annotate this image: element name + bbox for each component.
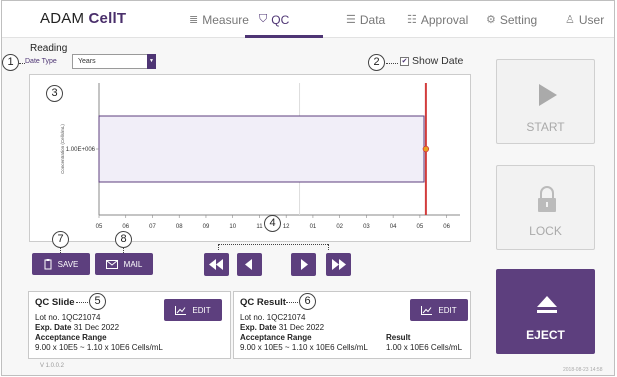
left-arrow-icon	[245, 259, 252, 270]
save-button[interactable]: SAVE	[32, 253, 90, 275]
acceptance-range-band	[98, 115, 425, 183]
nav-setting[interactable]: ⚙ Setting	[486, 1, 537, 38]
double-left-arrow-icon	[209, 259, 223, 270]
x-tick-label: 10	[229, 224, 236, 230]
gear-icon: ⚙	[486, 14, 496, 26]
app-logo: ADAM CellT	[40, 10, 127, 27]
callout-3: 3	[46, 85, 63, 102]
dropdown-arrow-icon: ▼	[147, 54, 156, 69]
x-tick-label: 11	[256, 224, 263, 230]
envelope-icon	[105, 259, 118, 269]
x-tick-label: 05	[96, 224, 103, 230]
qc-slide-range-label: Acceptance Range	[35, 333, 107, 342]
x-tick-label: 06	[122, 224, 129, 230]
user-icon: ♙	[565, 14, 575, 26]
reading-title: Reading	[30, 43, 68, 54]
chart-edit-icon	[421, 305, 433, 315]
bullet-list-icon: ☰	[346, 14, 356, 26]
qc-result-title: QC Result	[240, 297, 286, 308]
next-page-button[interactable]	[291, 253, 316, 276]
y-axis-title: Concentration (Cells/mL)	[60, 124, 65, 174]
lock-button[interactable]: LOCK	[496, 165, 595, 250]
nav-user[interactable]: ♙ User	[565, 1, 604, 38]
x-tick-label: 12	[283, 224, 290, 230]
show-date-checkbox[interactable]: ✔	[400, 56, 409, 66]
qc-result-card: QC Result Lot no. 1QC21074 Exp. Date 31 …	[233, 291, 471, 359]
list-icon: ≣	[189, 14, 199, 26]
data-point	[422, 145, 430, 153]
qc-slide-edit-button[interactable]: EDIT	[164, 299, 222, 321]
date-type-label: Date Type	[25, 58, 57, 65]
callout-5-leader	[76, 302, 88, 303]
qc-slide-lot: Lot no. 1QC21074	[35, 313, 101, 322]
qc-result-result-label: Result	[386, 333, 411, 342]
qc-chart: 05 06 07 08 09 10 11 12 01 02 03 04 05 06 1.00E+006 Con…	[29, 74, 471, 242]
callout-2: 2	[368, 54, 385, 71]
last-page-button[interactable]	[326, 253, 351, 276]
x-tick-label: 04	[390, 224, 397, 230]
x-tick-label: 02	[336, 224, 343, 230]
x-tick-label: 01	[310, 224, 317, 230]
first-page-button[interactable]	[204, 253, 229, 276]
shield-check-icon: ⛉	[259, 13, 268, 25]
start-button[interactable]: START	[496, 59, 595, 144]
top-nav-bar: ADAM CellT ≣ Measure ⛉ QC ☰ Data ☷ Appro…	[2, 1, 614, 38]
nav-measure[interactable]: ≣ Measure	[189, 1, 249, 38]
double-right-arrow-icon	[332, 259, 346, 270]
qc-result-exp: Exp. Date 31 Dec 2022	[240, 323, 325, 332]
eject-button[interactable]: EJECT	[496, 269, 595, 354]
qc-result-edit-button[interactable]: EDIT	[410, 299, 468, 321]
x-tick-label: 09	[203, 224, 210, 230]
callout-4-leader	[218, 244, 328, 245]
nav-approval[interactable]: ☷ Approval	[407, 1, 468, 38]
file-icon	[44, 258, 52, 269]
prev-page-button[interactable]	[237, 253, 262, 276]
right-arrow-icon	[301, 259, 308, 270]
qc-slide-title: QC Slide	[35, 297, 75, 308]
callout-6-leader	[286, 302, 298, 303]
show-date-toggle[interactable]: ✔ Show Date	[400, 55, 463, 67]
version-label: V 1.0.0.2	[40, 363, 65, 369]
qc-slide-exp: Exp. Date 31 Dec 2022	[35, 323, 120, 332]
qc-chart-svg: 05 06 07 08 09 10 11 12 01 02 03 04 05 06 1.00E+006Con…	[60, 83, 460, 230]
app-window: ADAM CellT ≣ Measure ⛉ QC ☰ Data ☷ Appro…	[1, 0, 615, 376]
x-tick-label: 03	[363, 224, 370, 230]
date-type-select[interactable]: Years ▼	[72, 54, 156, 69]
qc-result-range-value: 9.00 x 10E5 ~ 1.10 x 10E6 Cells/mL	[240, 343, 368, 352]
mail-button[interactable]: MAIL	[95, 253, 153, 275]
eject-icon	[537, 296, 557, 313]
callout-8: 8	[115, 231, 132, 248]
x-tick-label: 07	[149, 224, 156, 230]
lock-icon	[538, 186, 556, 212]
qc-slide-range-value: 9.00 x 10E5 ~ 1.10 x 10E6 Cells/mL	[35, 343, 163, 352]
callout-4-leader-left	[218, 244, 219, 250]
x-tick-label: 06	[443, 224, 450, 230]
nav-qc[interactable]: ⛉ QC	[259, 1, 289, 38]
callout-4: 4	[264, 215, 281, 232]
callout-4-leader-right	[328, 244, 329, 250]
qc-result-result-value: 1.00 x 10E6 Cells/mL	[386, 343, 463, 352]
callout-6: 6	[299, 293, 316, 310]
x-tick-label: 05	[417, 224, 424, 230]
qc-result-lot: Lot no. 1QC21074	[240, 313, 306, 322]
chart-edit-icon	[175, 305, 187, 315]
callout-2-leader	[386, 63, 398, 64]
x-tick-label: 08	[176, 224, 183, 230]
nav-data[interactable]: ☰ Data	[346, 1, 385, 38]
qc-slide-card: QC Slide Lot no. 1QC21074 Exp. Date 31 D…	[28, 291, 231, 359]
timestamp-label: 2018-08-23 14:58	[563, 367, 603, 373]
active-tab-indicator	[245, 35, 323, 38]
callout-5: 5	[89, 293, 106, 310]
checklist-icon: ☷	[407, 14, 417, 26]
y-tick-label: 1.00E+006	[66, 147, 96, 153]
qc-result-range-label: Acceptance Range	[240, 333, 312, 342]
callout-1: 1	[2, 54, 19, 71]
callout-7: 7	[52, 231, 69, 248]
